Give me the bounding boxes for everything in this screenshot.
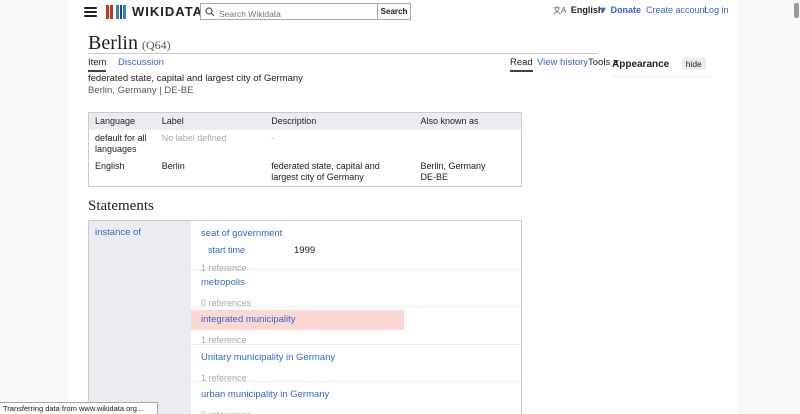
title-divider: [88, 53, 598, 54]
entity-description: federated state, capital and largest cit…: [88, 73, 303, 84]
value-link[interactable]: integrated municipality: [201, 314, 296, 325]
search-icon: [205, 7, 215, 17]
search-button[interactable]: Search: [377, 3, 411, 20]
value-link[interactable]: Unitary municipality in Germany: [201, 352, 335, 363]
tools-label: Tools: [588, 57, 610, 68]
page-title: Berlin (Q64): [88, 32, 171, 55]
cell-language: English: [89, 158, 156, 186]
value-link[interactable]: metropolis: [201, 277, 245, 288]
create-account-link[interactable]: Create account: [646, 5, 707, 15]
logo-wordmark: WIKIDATA: [132, 4, 203, 19]
statement-values: seat of government start time 1999 1 ref…: [191, 221, 522, 414]
log-in-link[interactable]: Log in: [704, 5, 729, 15]
property-column: instance of: [89, 221, 191, 414]
alias-line: DE-BE: [421, 172, 516, 183]
wikidata-page: WIKIDATA Search 文A English ♥ Donate Crea…: [0, 0, 800, 414]
property-link-instance-of[interactable]: instance of: [95, 227, 141, 238]
search-input-container: [200, 3, 377, 20]
tab-view-history[interactable]: View history: [537, 57, 588, 68]
cell-language: default for all languages: [89, 130, 156, 158]
statement-value: Unitary municipality in Germany 1 refere…: [191, 345, 522, 382]
qualifier-value: 1999: [294, 245, 315, 256]
references-toggle[interactable]: 1 reference: [201, 335, 522, 345]
column-header-label: Label: [156, 113, 266, 130]
browser-status-bar: Transferring data from www.wikidata.org.…: [0, 402, 158, 414]
wikidata-logo[interactable]: WIKIDATA: [106, 4, 203, 19]
cell-also-known-as: [415, 130, 522, 158]
alias-line: Berlin, Germany: [421, 161, 516, 172]
wikidata-logo-icon: [106, 5, 126, 19]
value-link[interactable]: seat of government: [201, 228, 282, 239]
heart-icon: ♥: [600, 5, 606, 16]
tab-discussion[interactable]: Discussion: [118, 57, 164, 68]
appearance-panel: Appearance hide: [612, 54, 712, 77]
cell-also-known-as: Berlin, Germany DE-BE: [415, 158, 522, 186]
qualifier-property-link[interactable]: start time: [208, 245, 245, 255]
donate-label: Donate: [610, 5, 641, 15]
search-input[interactable]: [201, 7, 377, 22]
statement-value: seat of government start time 1999 1 ref…: [191, 221, 522, 270]
entity-aliases: Berlin, Germany | DE-BE: [88, 85, 193, 96]
cell-description: -: [265, 130, 414, 158]
entity-label: Berlin: [88, 32, 138, 54]
statement-value: metropolis 0 references: [191, 270, 522, 307]
donate-link[interactable]: ♥ Donate: [600, 5, 641, 16]
column-header-language: Language: [89, 113, 156, 130]
language-icon: 文A: [553, 6, 566, 15]
references-toggle[interactable]: 0 references: [201, 410, 522, 414]
appearance-hide-button[interactable]: hide: [682, 58, 706, 70]
cell-label: No label defined: [156, 130, 266, 158]
statements-heading: Statements: [88, 198, 154, 215]
tab-item[interactable]: Item: [88, 57, 106, 72]
header-user-links: 文A English ♥ Donate Create account Log i…: [550, 5, 730, 19]
cell-label: Berlin: [156, 158, 266, 186]
qualifier-row: start time 1999: [208, 245, 522, 255]
entity-id: (Q64): [142, 38, 171, 52]
column-header-description: Description: [265, 113, 414, 130]
search-bar: Search: [200, 3, 411, 20]
value-link[interactable]: urban municipality in Germany: [201, 389, 329, 400]
tab-read[interactable]: Read: [510, 57, 533, 72]
cell-description: federated state, capital and largest cit…: [265, 158, 414, 186]
table-row: English Berlin federated state, capital …: [89, 158, 521, 186]
scrollbar-thumb[interactable]: [794, 3, 799, 18]
statement-value: urban municipality in Germany 0 referenc…: [191, 382, 522, 414]
terms-table: Language Label Description Also known as…: [88, 112, 522, 187]
table-row: default for all languages No label defin…: [89, 130, 521, 158]
column-header-also-known-as: Also known as: [415, 113, 522, 130]
hamburger-menu-icon[interactable]: [84, 7, 97, 18]
language-selector[interactable]: 文A English: [553, 5, 603, 16]
terms-table-header-row: Language Label Description Also known as: [89, 113, 521, 130]
statement-group: instance of seat of government start tim…: [88, 220, 522, 414]
appearance-heading: Appearance: [612, 59, 669, 70]
language-selector-label: English: [571, 5, 604, 15]
appearance-divider: [612, 76, 712, 77]
statement-value-highlighted: integrated municipality 1 reference: [191, 307, 522, 345]
